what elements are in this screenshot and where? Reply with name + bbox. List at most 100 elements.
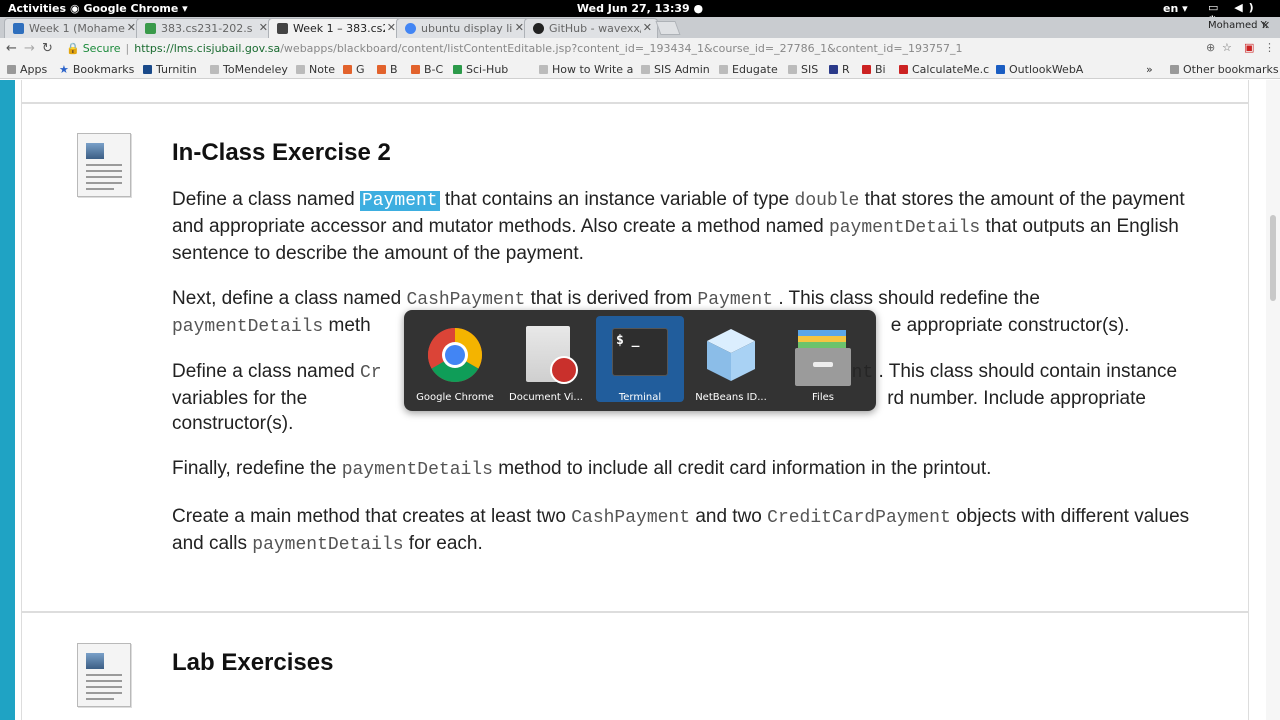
r-icon [829,65,838,74]
close-icon[interactable]: ✕ [387,21,396,34]
bookmark-b[interactable]: B [377,63,398,76]
other-bookmarks-label: Other bookmarks [1183,63,1279,76]
switcher-label: Files [812,392,834,403]
highlighted-code: Payment [360,191,440,211]
bookmark-turnitin[interactable]: Turnitin [143,63,197,76]
lock-icon: 🔒 [66,42,80,55]
forward-icon[interactable]: → [24,41,35,56]
terminal-icon: $ _ [612,328,668,376]
page-icon [296,65,305,74]
close-icon[interactable]: ✕ [515,21,524,34]
app-switcher: Google Chrome Document Vi... $ _ Termina… [404,310,876,411]
page-icon [641,65,650,74]
document-thumbnail [86,143,104,159]
page-icon [719,65,728,74]
bookmark-how-to-write[interactable]: How to Write a [539,63,633,76]
language-indicator[interactable]: en ▾ [1163,2,1188,15]
bookmark-label: B [390,63,398,76]
star-icon[interactable]: ☆ [1222,41,1232,54]
menu-icon[interactable]: ⋮ [1264,41,1275,54]
bookmark-bookmarks[interactable]: ★ Bookmarks [59,63,134,76]
tab-favicon [145,23,156,34]
switcher-item-document-viewer[interactable]: Document Vi... [502,316,590,403]
close-icon[interactable]: ✕ [643,21,652,34]
files-handle [813,362,833,367]
reload-icon[interactable]: ↻ [42,41,53,56]
document-line [86,164,122,166]
tab-github-wavexx[interactable]: GitHub - wavexx/ ✕ [524,18,658,38]
app-menu[interactable]: ◉ Google Chrome ▾ [70,2,188,15]
bookmark-tomendeley[interactable]: ToMendeley [210,63,288,76]
bookmark-outlookwebapp[interactable]: OutlookWebA [996,63,1084,76]
document-line [86,674,122,676]
switcher-item-files[interactable]: Files [779,316,867,403]
url-host: lms.cisjubail.gov.sa [173,42,281,55]
paragraph-1: Define a class named Payment that contai… [172,189,1185,264]
bookmark-label: Apps [20,63,48,76]
document-icon [77,643,131,707]
scrollbar[interactable] [1266,80,1280,720]
bookmark-b-c[interactable]: B-C [411,63,443,76]
bookmark-sis[interactable]: SIS [788,63,818,76]
tab-week1-383-active[interactable]: Week 1 – 383.cs2 ✕ [268,18,402,38]
bi-icon [862,65,871,74]
apps-grid-icon [7,65,16,74]
new-tab-button[interactable] [655,21,681,35]
bookmark-bi[interactable]: Bi [862,63,886,76]
bookmark-label: CalculateMe.c [912,63,990,76]
document-icon [77,133,131,197]
back-icon[interactable]: ← [6,41,17,56]
turnitin-icon [143,65,152,74]
bookmark-sis-admin[interactable]: SIS Admin [641,63,710,76]
tab-label: 383.cs231-202.s [161,22,253,35]
window-close-icon[interactable]: ✕ [1261,19,1270,32]
zoom-icon[interactable]: ⊕ [1206,41,1215,54]
bookmark-calculateme[interactable]: CalculateMe.c [899,63,989,76]
gnome-top-bar: Activities ◉ Google Chrome ▾ Wed Jun 27,… [0,0,1280,27]
star-icon: ★ [59,63,69,76]
close-icon[interactable]: ✕ [127,21,136,34]
divider [22,611,1248,613]
bookmark-label: B-C [424,63,444,76]
document-line [86,182,122,184]
chrome-small-icon: ◉ [70,2,84,15]
tab-label: ubuntu display li [421,22,513,35]
section-title-lab: Lab Exercises [172,649,334,676]
bookmark-label: SIS [801,63,819,76]
calculateme-icon [899,65,908,74]
switcher-item-terminal[interactable]: $ _ Terminal [596,316,684,403]
activities-button[interactable]: Activities [8,2,66,15]
page-icon [210,65,219,74]
bookmark-r[interactable]: R [829,63,850,76]
app-menu-label: Google Chrome ▾ [83,2,188,15]
switcher-item-chrome[interactable]: Google Chrome [411,316,499,403]
document-line [86,188,114,190]
other-bookmarks[interactable]: Other bookmarks [1170,63,1279,76]
close-icon[interactable]: ✕ [259,21,268,34]
bookmark-g[interactable]: G [343,63,365,76]
bookmark-sci-hub[interactable]: Sci-Hub [453,63,508,76]
document-line [86,176,122,178]
bookmark-edugate[interactable]: Edugate [719,63,778,76]
divider [22,102,1248,104]
tab-ubuntu-display[interactable]: ubuntu display li ✕ [396,18,530,38]
drive-icon [453,65,462,74]
bookmark-apps[interactable]: Apps [7,63,47,76]
tab-383-cs231[interactable]: 383.cs231-202.s ✕ [136,18,274,38]
bookmarks-bar: Apps ★ Bookmarks Turnitin ToMendeley Note… [0,60,1280,79]
bookmark-note[interactable]: Note [296,63,335,76]
secure-label: Secure [82,42,121,55]
profile-name[interactable]: Mohamed Y. [1208,20,1268,31]
bookmark-label: R [842,63,850,76]
tab-week1-mohamed[interactable]: Week 1 (Mohame ✕ [4,18,142,38]
bookmarks-overflow-button[interactable]: » [1146,63,1153,76]
clock: Wed Jun 27, 13:39 ● [576,2,704,15]
extension-icon[interactable]: ▣ [1244,41,1254,54]
scrollbar-thumb[interactable] [1270,215,1276,301]
address-bar[interactable]: 🔒 Secure | https://lms.cisjubail.gov.sa/web… [60,40,1240,58]
tab-favicon [13,23,24,34]
document-line [86,698,114,700]
files-icon [795,330,851,386]
switcher-item-netbeans[interactable]: NetBeans ID... [687,316,775,403]
bookmark-label: How to Write a [552,63,634,76]
